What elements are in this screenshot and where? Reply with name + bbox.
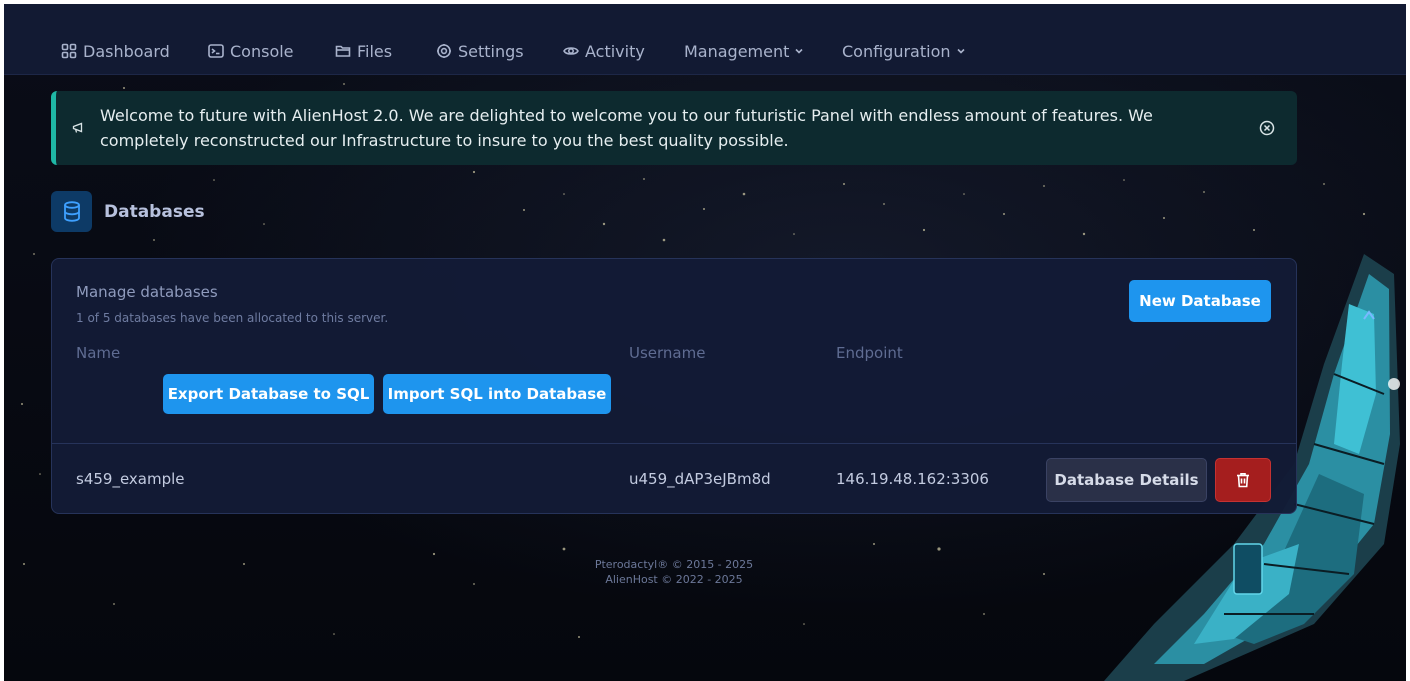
close-circle-icon[interactable]	[1258, 119, 1276, 137]
nav-files[interactable]: Files	[335, 40, 392, 62]
column-header-endpoint: Endpoint	[836, 344, 903, 362]
nav-management-label: Management	[684, 41, 790, 61]
column-header-username: Username	[629, 344, 706, 362]
nav-configuration-label: Configuration	[842, 41, 951, 61]
delete-database-button[interactable]	[1215, 458, 1271, 502]
page-title-icon-box	[51, 191, 92, 232]
card-title: Manage databases	[76, 283, 218, 301]
nav-configuration[interactable]: Configuration	[842, 40, 966, 62]
app-frame: Dashboard Console Files Settings Activit…	[4, 4, 1406, 681]
export-database-button[interactable]: Export Database to SQL	[163, 374, 374, 414]
grid-icon	[61, 43, 77, 59]
card-divider	[52, 443, 1296, 444]
import-sql-button[interactable]: Import SQL into Database	[383, 374, 611, 414]
welcome-alert: Welcome to future with AlienHost 2.0. We…	[51, 91, 1297, 165]
database-details-button[interactable]: Database Details	[1046, 458, 1207, 502]
folder-icon	[335, 45, 351, 57]
databases-card: Manage databases 1 of 5 databases have b…	[51, 258, 1297, 514]
nav-settings[interactable]: Settings	[436, 40, 524, 62]
trash-icon	[1237, 473, 1249, 488]
top-navbar: Dashboard Console Files Settings Activit…	[4, 4, 1406, 75]
nav-settings-label: Settings	[458, 41, 524, 61]
nav-activity[interactable]: Activity	[563, 40, 645, 62]
gear-icon	[437, 44, 451, 58]
database-name: s459_example	[76, 470, 185, 488]
nav-console[interactable]: Console	[208, 40, 294, 62]
megaphone-icon	[72, 122, 83, 133]
card-subtitle: 1 of 5 databases have been allocated to …	[76, 311, 389, 325]
page-title: Databases	[104, 202, 205, 222]
footer: Pterodactyl® © 2015 - 2025 AlienHost © 2…	[574, 557, 774, 587]
footer-alienhost: AlienHost © 2022 - 2025	[605, 573, 743, 586]
nav-console-label: Console	[230, 41, 294, 61]
database-username: u459_dAP3eJBm8d	[629, 470, 771, 488]
nav-dashboard-label: Dashboard	[83, 41, 170, 61]
nav-management[interactable]: Management	[684, 40, 804, 62]
nav-activity-label: Activity	[585, 41, 645, 61]
nav-files-label: Files	[357, 41, 393, 61]
database-endpoint: 146.19.48.162:3306	[836, 470, 989, 488]
column-header-name: Name	[76, 344, 121, 362]
new-database-button[interactable]: New Database	[1129, 280, 1271, 322]
chevron-down-icon	[956, 48, 965, 54]
terminal-icon	[208, 44, 224, 58]
alert-message: Welcome to future with AlienHost 2.0. We…	[100, 106, 1153, 150]
footer-pterodactyl: Pterodactyl® © 2015 - 2025	[594, 558, 754, 571]
eye-icon	[563, 47, 579, 55]
nav-dashboard[interactable]: Dashboard	[61, 40, 170, 62]
database-icon	[64, 201, 80, 222]
chevron-down-icon	[795, 48, 803, 54]
